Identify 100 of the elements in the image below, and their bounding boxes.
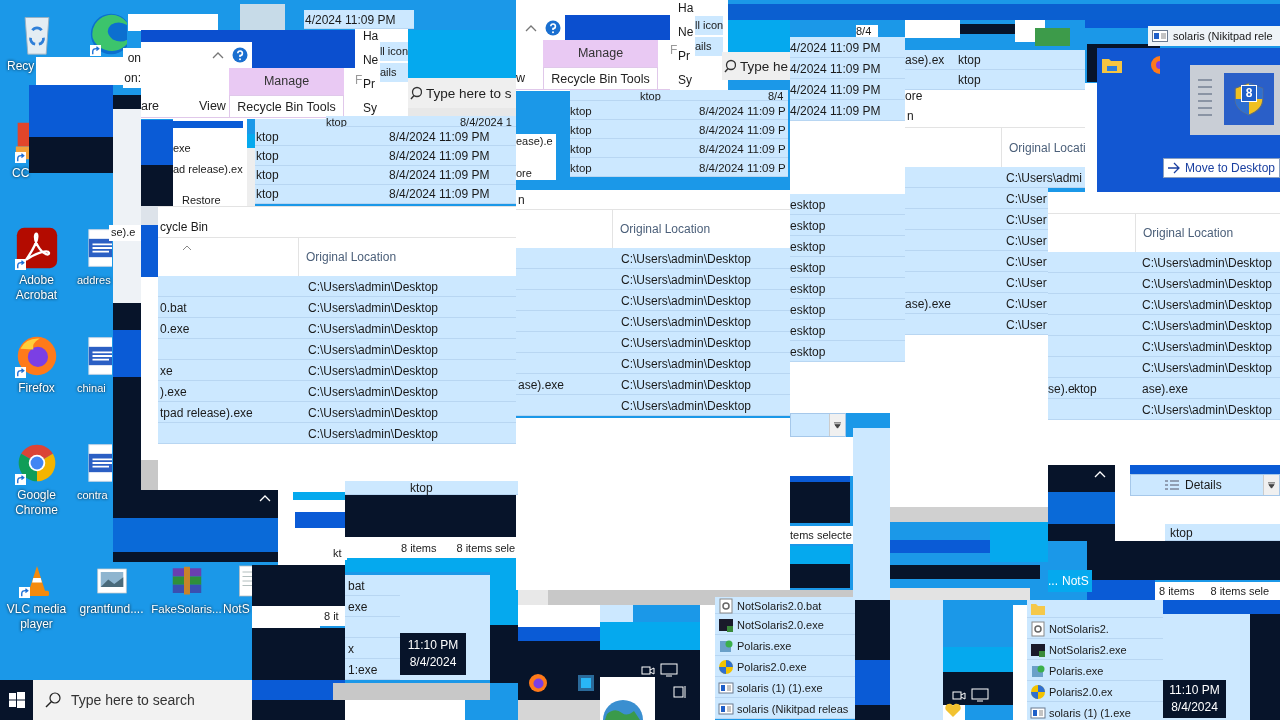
- ribbon-tab[interactable]: Recycle Bin Tools: [229, 95, 344, 117]
- ribbon-option[interactable]: ails: [695, 37, 724, 56]
- ribbon-option[interactable]: Ne: [678, 25, 695, 39]
- file-row[interactable]: C:\Users\admin\Desktop: [1048, 357, 1280, 378]
- address-text[interactable]: n: [518, 192, 525, 207]
- search-field[interactable]: Type he: [722, 52, 790, 80]
- ribbon-tab[interactable]: w: [516, 67, 543, 89]
- help-icon[interactable]: [232, 47, 248, 63]
- document-icon[interactable]: [87, 334, 112, 378]
- file-row[interactable]: C:\Users\admin\Desktop: [1048, 336, 1280, 357]
- file-row[interactable]: NotSolaris2.0.bat: [715, 597, 855, 614]
- file-row[interactable]: C:\Users\admin\Desktop: [1048, 273, 1280, 294]
- file-row[interactable]: C:\Users\admin\Desktop: [1048, 252, 1280, 273]
- file-row[interactable]: C:\User: [905, 272, 1048, 293]
- window-title-bar[interactable]: solaris (Nikitpad rele: [1148, 26, 1280, 46]
- file-row[interactable]: esktop: [790, 215, 905, 236]
- file-row[interactable]: ase).ex ktop: [905, 50, 1085, 70]
- file-row[interactable]: C:\Users\admin\Desktop: [516, 395, 790, 416]
- file-row[interactable]: solaris (1) (1.exe: [1027, 702, 1163, 720]
- file-row[interactable]: C:\User: [905, 314, 1048, 335]
- file-row[interactable]: C:\Users\admin\Desktop: [516, 332, 790, 353]
- file-row[interactable]: 4/2024 11:09 PM: [790, 58, 905, 79]
- file-row[interactable]: exe: [345, 596, 400, 617]
- file-row[interactable]: ).exe C:\Users\admin\Desktop: [158, 381, 516, 402]
- file-row[interactable]: C:\Users\admin\Desktop: [1048, 399, 1280, 420]
- file-row[interactable]: 1:exe: [345, 659, 400, 680]
- file-row[interactable]: x: [345, 638, 400, 659]
- ribbon-option[interactable]: Sy: [678, 73, 695, 87]
- address-text[interactable]: cycle Bin: [160, 220, 209, 234]
- camera-icon[interactable]: [641, 664, 655, 676]
- ribbon-option[interactable]: Ne: [362, 53, 380, 67]
- file-row[interactable]: bat: [345, 575, 400, 596]
- file-row[interactable]: solaris (1) (1).exe: [715, 677, 855, 698]
- file-row[interactable]: C:\User: [905, 188, 1048, 209]
- taskbar-clock[interactable]: 11:10 PM 8/4/2024: [1163, 680, 1226, 718]
- ribbon-option[interactable]: Ha: [362, 29, 380, 43]
- ribbon-option[interactable]: ails: [379, 63, 408, 82]
- file-row[interactable]: xe C:\Users\admin\Desktop: [158, 360, 516, 381]
- monitor-icon[interactable]: [660, 663, 678, 677]
- file-row[interactable]: C:\Users\admin\Desktop: [516, 269, 790, 290]
- file-row[interactable]: esktop: [790, 236, 905, 257]
- file-row[interactable]: C:\Users\admin\Desktop: [516, 248, 790, 269]
- document-icon[interactable]: [87, 441, 112, 485]
- file-row[interactable]: esktop: [790, 299, 905, 320]
- task-view-icon[interactable]: [672, 684, 688, 700]
- ribbon-option[interactable]: Pr: [362, 77, 380, 91]
- column-header[interactable]: Original Location: [299, 250, 397, 264]
- file-row[interactable]: esktop: [790, 278, 905, 299]
- ribbon-option[interactable]: Sy: [362, 101, 380, 115]
- file-row[interactable]: Polaris.exe: [715, 635, 855, 656]
- file-row[interactable]: C:\User: [905, 209, 1048, 230]
- firefox-icon[interactable]: [528, 673, 548, 693]
- file-row[interactable]: ktop 8/4/2024 11:09 PM: [255, 127, 516, 147]
- column-header[interactable]: Original Locati: [1002, 140, 1086, 155]
- view-dropdown[interactable]: Details: [1130, 474, 1280, 496]
- file-row[interactable]: ktop 8/4/2024 11:09 P: [570, 101, 788, 120]
- ribbon-option[interactable]: Ha: [678, 1, 695, 15]
- pdf-app-icon[interactable]: [14, 226, 59, 270]
- column-header[interactable]: Original Location: [1136, 226, 1234, 240]
- file-row[interactable]: Polaris2.0.ex: [1027, 681, 1163, 702]
- ribbon-tab[interactable]: View: [199, 95, 229, 117]
- file-row[interactable]: ktop: [345, 481, 518, 495]
- file-row[interactable]: ase).exe C:\User: [905, 293, 1048, 314]
- start-button[interactable]: [0, 680, 33, 720]
- file-row[interactable]: se).ektop ase).exe: [1048, 378, 1280, 399]
- file-row[interactable]: 4/2024 11:09 PM: [790, 100, 905, 121]
- file-row[interactable]: ktop 8/4/2024 11:09 PM: [255, 146, 516, 166]
- file-row[interactable]: C:\Users\admin\Desktop: [1048, 294, 1280, 315]
- file-row[interactable]: 0.bat C:\Users\admin\Desktop: [158, 297, 516, 318]
- app-window-icon[interactable]: [577, 673, 595, 693]
- file-row[interactable]: ktop 8/4/2024 11:09 P: [570, 120, 788, 139]
- file-row[interactable]: C:\Users\admin\Desktop: [516, 311, 790, 332]
- column-header[interactable]: Original Location: [613, 222, 711, 236]
- file-row[interactable]: Polaris2.0.exe: [715, 656, 855, 677]
- file-row[interactable]: ktop 8/4/2024 11:09 P: [570, 158, 788, 177]
- file-row[interactable]: 0.exe C:\Users\admin\Desktop: [158, 318, 516, 339]
- file-row[interactable]: Polaris.exe: [1027, 660, 1163, 681]
- file-row[interactable]: ktop: [905, 70, 1085, 90]
- file-row[interactable]: C:\Users\admin\Desktop: [158, 339, 516, 360]
- file-row[interactable]: ktop: [1165, 524, 1280, 541]
- document-icon[interactable]: [87, 226, 112, 270]
- file-row[interactable]: ktop 8/4/2024 1: [326, 116, 516, 127]
- file-row[interactable]: esktop: [790, 257, 905, 278]
- file-row[interactable]: C:\Users\admin\Desktop: [1048, 315, 1280, 336]
- ribbon-option[interactable]: ll icon: [379, 42, 408, 61]
- file-row[interactable]: 4/2024 11:09 PM: [790, 79, 905, 100]
- file-row[interactable]: NotSolaris2.exe: [1027, 639, 1163, 660]
- ribbon-option[interactable]: Pr: [678, 49, 695, 63]
- file-row[interactable]: C:\Users\admi: [905, 167, 1085, 188]
- monitor-icon[interactable]: [971, 688, 989, 702]
- address-text[interactable]: n: [907, 108, 914, 123]
- file-row[interactable]: NotSolaris2.: [1027, 618, 1163, 639]
- file-row[interactable]: C:\Users\admin\Desktop: [516, 290, 790, 311]
- taskbar-clock[interactable]: 11:10 PM 8/4/2024: [400, 633, 466, 675]
- file-row[interactable]: C:\Users\admin\Desktop: [158, 276, 516, 297]
- file-row[interactable]: ktop 8/4/2024 11:09 P: [570, 139, 788, 158]
- file-row[interactable]: 4/2024 11:09 PM: [790, 37, 905, 58]
- ribbon-option[interactable]: ll icon: [695, 16, 724, 35]
- file-row[interactable]: ktop 8/4: [570, 90, 788, 101]
- ribbon-tab[interactable]: are: [141, 95, 199, 117]
